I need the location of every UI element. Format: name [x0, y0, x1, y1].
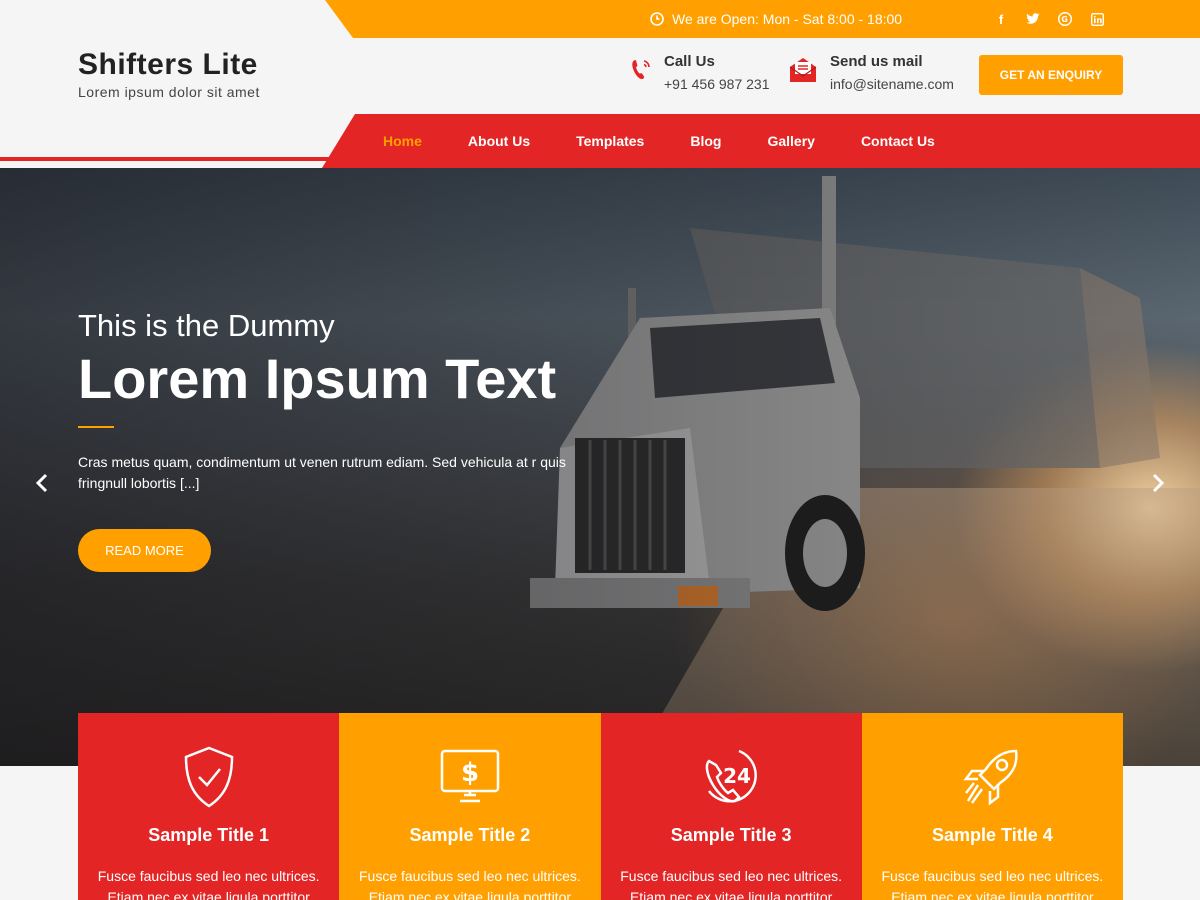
feature-title: Sample Title 4 — [932, 825, 1053, 845]
social-links: f G — [994, 0, 1104, 38]
features-row: Sample Title 1 Fusce faucibus sed leo ne… — [78, 713, 1123, 900]
mail-us-block: Send us mail info@sitename.com — [788, 53, 954, 92]
nav-templates[interactable]: Templates — [576, 133, 644, 149]
feature-text: Fusce faucibus sed leo nec ultrices. Eti… — [97, 868, 320, 900]
twitter-icon[interactable] — [1026, 12, 1040, 26]
google-plus-icon[interactable]: G — [1058, 12, 1072, 26]
call-us-block: Call Us +91 456 987 231 — [630, 53, 770, 92]
slider-prev-arrow[interactable] — [30, 468, 54, 498]
phone-number[interactable]: +91 456 987 231 — [664, 76, 770, 92]
header-divider — [0, 157, 340, 161]
chevron-right-icon — [1152, 473, 1165, 493]
site-tagline: Lorem ipsum dolor sit amet — [78, 84, 260, 100]
email-address[interactable]: info@sitename.com — [830, 76, 954, 92]
feature-text: Fusce faucibus sed leo nec ultrices. Eti… — [620, 868, 843, 900]
opening-hours-text: We are Open: Mon - Sat 8:00 - 18:00 — [672, 11, 903, 27]
site-title[interactable]: Shifters Lite — [78, 48, 258, 82]
nav-contact-us[interactable]: Contact Us — [861, 133, 935, 149]
main-nav: Home About Us Templates Blog Gallery Con… — [360, 114, 958, 168]
svg-text:$: $ — [461, 758, 479, 788]
chevron-left-icon — [35, 473, 48, 493]
feature-card[interactable]: Sample Title 4 Fusce faucibus sed leo ne… — [861, 713, 1123, 900]
nav-gallery[interactable]: Gallery — [767, 133, 814, 149]
feature-title: Sample Title 3 — [670, 825, 792, 845]
feature-card[interactable]: $ Sample Title 2 Fusce faucibus sed leo … — [339, 713, 601, 900]
feature-text: Fusce faucibus sed leo nec ultrices. Eti… — [358, 868, 581, 900]
svg-text:G: G — [1061, 15, 1068, 24]
linkedin-icon[interactable] — [1090, 12, 1104, 26]
feature-title: Sample Title 2 — [409, 825, 531, 845]
get-enquiry-button[interactable]: GET AN ENQUIRY — [979, 55, 1123, 95]
mail-us-title: Send us mail — [830, 53, 923, 70]
phone-icon — [632, 60, 650, 79]
clock-icon — [650, 12, 664, 26]
hero-slider: This is the Dummy Lorem Ipsum Text Cras … — [0, 168, 1200, 766]
hero-accent-line — [78, 426, 114, 428]
site-header: Shifters Lite Lorem ipsum dolor sit amet… — [0, 38, 1200, 168]
phone-24-icon: 24 — [705, 749, 758, 803]
opening-hours: We are Open: Mon - Sat 8:00 - 18:00 — [650, 0, 902, 38]
mail-icon — [789, 58, 817, 82]
hero-title: Lorem Ipsum Text — [78, 347, 557, 410]
rocket-icon — [963, 749, 1019, 806]
feature-card[interactable]: Sample Title 1 Fusce faucibus sed leo ne… — [78, 713, 340, 900]
page: We are Open: Mon - Sat 8:00 - 18:00 f G … — [0, 0, 1200, 900]
top-bar: We are Open: Mon - Sat 8:00 - 18:00 f G — [0, 0, 1200, 38]
dollar-monitor-icon: $ — [440, 749, 500, 803]
feature-card[interactable]: 24 Sample Title 3 Fusce faucibus sed leo… — [600, 713, 862, 900]
call-us-text: Call Us +91 456 987 231 — [664, 53, 770, 92]
nav-blog[interactable]: Blog — [690, 133, 721, 149]
nav-home[interactable]: Home — [383, 133, 422, 149]
feature-text: Fusce faucibus sed leo nec ultrices. Eti… — [881, 868, 1104, 900]
feature-title: Sample Title 1 — [148, 825, 269, 845]
read-more-button[interactable]: READ MORE — [78, 529, 211, 572]
shield-check-icon — [184, 746, 233, 808]
mail-us-text: Send us mail info@sitename.com — [830, 53, 954, 92]
hero-subtitle: This is the Dummy — [78, 308, 335, 343]
call-us-title: Call Us — [664, 53, 715, 70]
facebook-icon[interactable]: f — [994, 12, 1008, 27]
nav-about-us[interactable]: About Us — [468, 133, 530, 149]
slider-next-arrow[interactable] — [1146, 468, 1170, 498]
hero-description: Cras metus quam, condimentum ut venen ru… — [78, 454, 566, 491]
svg-text:24: 24 — [723, 764, 751, 788]
